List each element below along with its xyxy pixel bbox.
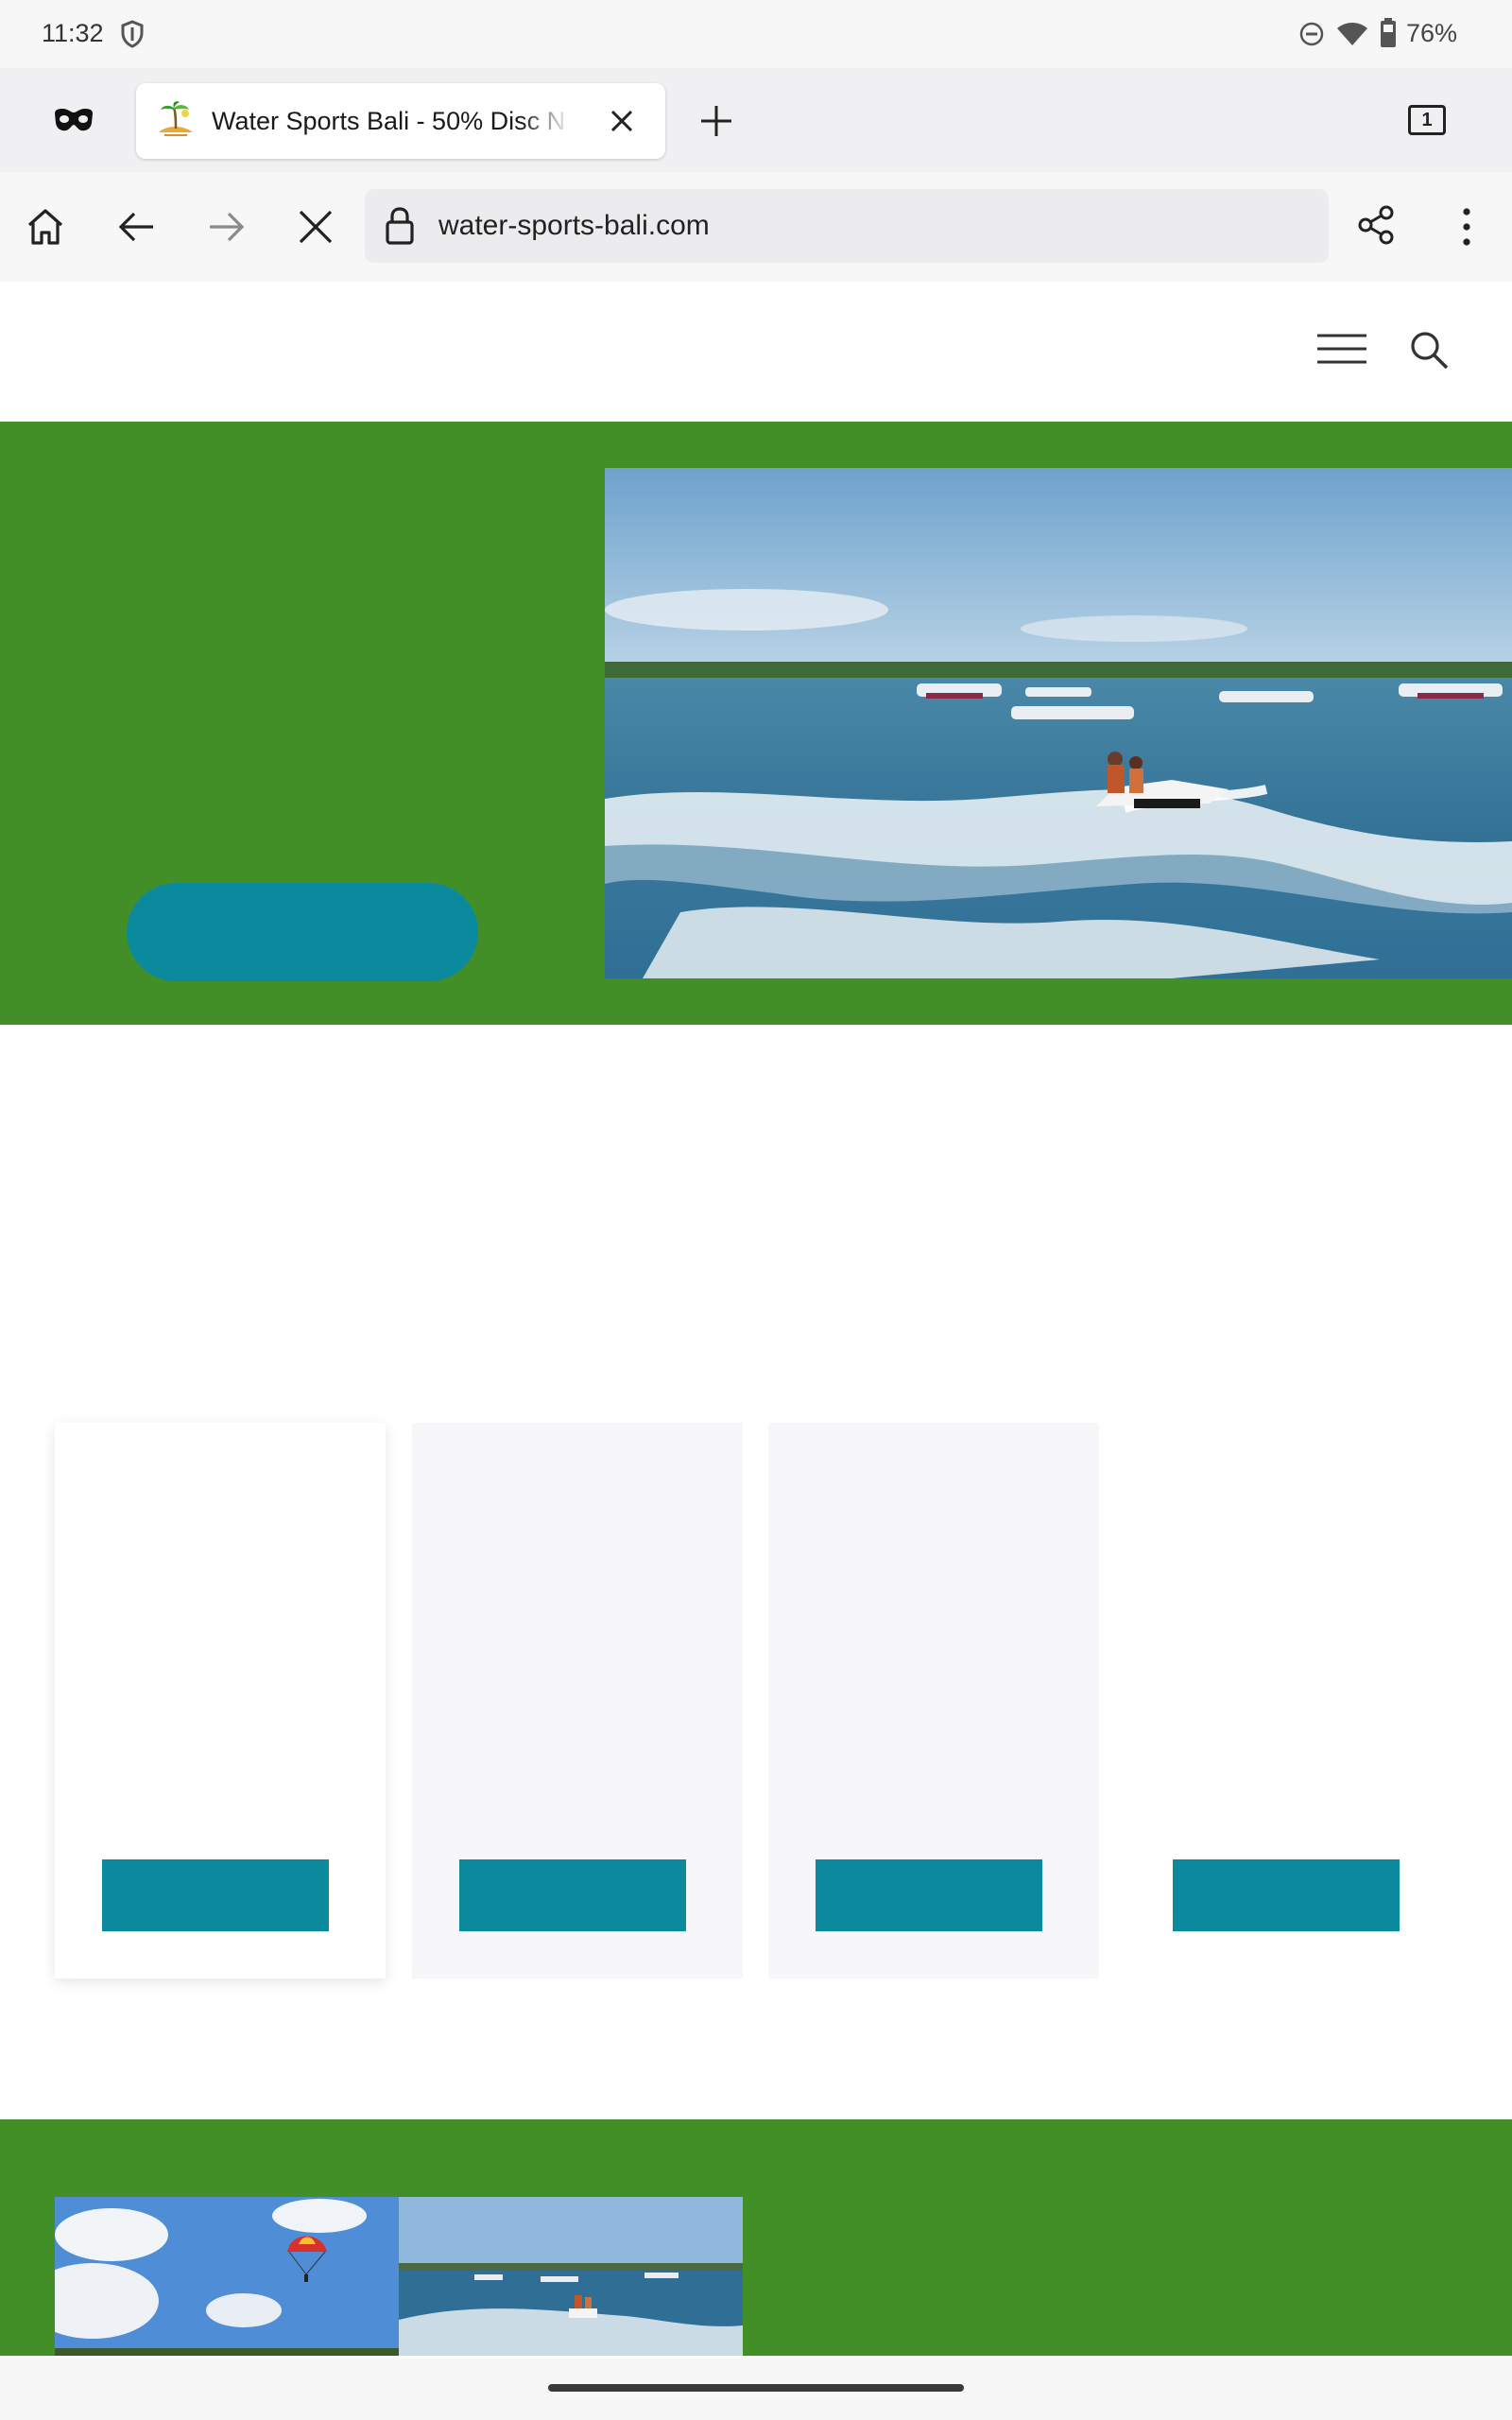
share-icon[interactable] — [1355, 204, 1397, 246]
address-bar[interactable]: water-sports-bali.com — [365, 189, 1329, 263]
hamburger-menu-icon[interactable] — [1315, 333, 1368, 365]
status-bar: 11:32 76% — [0, 0, 1512, 68]
system-nav-bar — [0, 2358, 1512, 2420]
gesture-handle[interactable] — [548, 2384, 964, 2392]
browser-toolbar: water-sports-bali.com — [0, 172, 1512, 282]
wifi-icon — [1337, 23, 1367, 45]
back-arrow-icon[interactable] — [115, 208, 157, 246]
card-button-4[interactable] — [1173, 1859, 1400, 1931]
do-not-disturb-icon — [1299, 22, 1324, 46]
activity-card-3 — [768, 1423, 1099, 1979]
jetski-gallery-photo — [399, 2197, 743, 2356]
card-button-3[interactable] — [816, 1859, 1042, 1931]
favicon-icon — [159, 101, 193, 136]
battery-icon — [1381, 18, 1396, 47]
incognito-mask-icon[interactable] — [53, 104, 94, 136]
activity-card-1 — [55, 1423, 386, 1979]
gallery-section — [0, 2119, 1512, 2356]
more-menu-icon[interactable] — [1457, 206, 1476, 248]
lock-icon — [386, 207, 414, 245]
hero-jetski-photo — [605, 468, 1512, 978]
tab-active[interactable]: Water Sports Bali - 50% Disc N — [136, 83, 665, 159]
home-icon[interactable] — [25, 206, 66, 248]
battery-percent: 76% — [1406, 19, 1458, 47]
forward-arrow-icon[interactable] — [206, 208, 248, 246]
search-icon[interactable] — [1408, 329, 1450, 371]
site-header — [0, 282, 1512, 422]
tab-strip: Water Sports Bali - 50% Disc N 1 — [0, 68, 1512, 172]
card-button-1[interactable] — [102, 1859, 329, 1931]
tab-title: Water Sports Bali - 50% Disc N — [212, 107, 566, 135]
activity-card-4 — [1125, 1423, 1456, 1979]
shield-icon — [121, 20, 144, 48]
tab-count: 1 — [1421, 110, 1433, 130]
status-time: 11:32 — [42, 19, 104, 47]
card-button-2[interactable] — [459, 1859, 686, 1931]
parasailing-photo — [55, 2197, 399, 2356]
stop-loading-icon[interactable] — [297, 208, 335, 246]
close-tab-icon[interactable] — [605, 104, 639, 138]
activity-card-2 — [412, 1423, 743, 1979]
url-text: water-sports-bali.com — [438, 210, 710, 241]
tab-switcher-icon[interactable]: 1 — [1408, 105, 1446, 135]
new-tab-plus-icon[interactable] — [697, 102, 735, 140]
hero-section — [0, 422, 1512, 1025]
hero-cta-button[interactable] — [127, 883, 478, 981]
